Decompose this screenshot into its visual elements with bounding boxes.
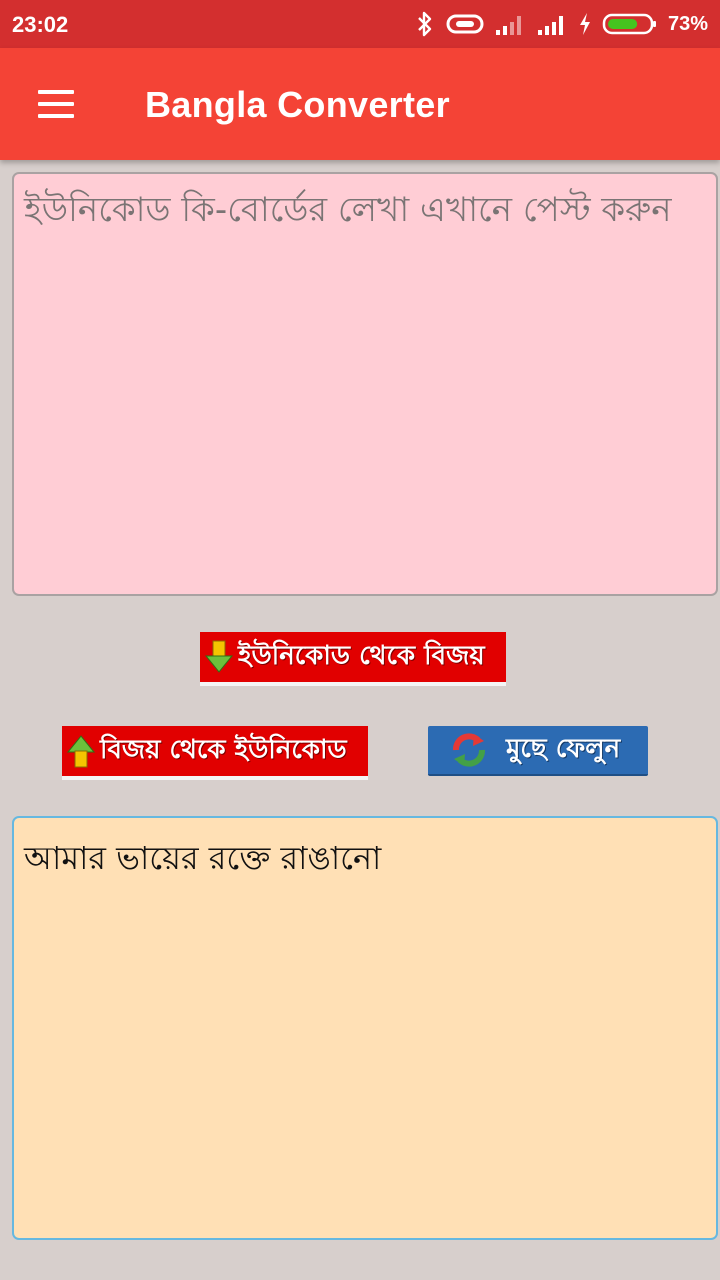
arrow-up-icon (66, 735, 96, 768)
app-title: Bangla Converter (145, 84, 450, 125)
status-time: 23:02 (12, 12, 69, 37)
refresh-icon (453, 733, 485, 767)
unicode-to-bijoy-button[interactable]: ইউনিকোড থেকে বিজয় (200, 632, 506, 686)
unicode-to-bijoy-label: ইউনিকোড থেকে বিজয় (238, 641, 485, 671)
bluetooth-icon (418, 11, 432, 37)
bijoy-to-unicode-button[interactable]: বিজয় থেকে ইউনিকোড (62, 726, 368, 780)
hamburger-menu-icon[interactable] (28, 76, 84, 132)
app-bar: Bangla Converter (0, 48, 720, 160)
battery-icon (602, 13, 656, 35)
status-icons: 73% (414, 9, 708, 39)
output-text: আমার ভায়ের রক্তে রাঙানো (24, 839, 382, 877)
signal-icon (495, 16, 521, 35)
clear-label: মুছে ফেলুন (506, 734, 621, 764)
input-placeholder: ইউনিকোড কি-বোর্ডের লেখা এখানে পেস্ট করুন (24, 190, 672, 230)
bijoy-output-field[interactable]: আমার ভায়ের রক্তে রাঙানো (12, 816, 718, 1240)
battery-percent: 73% (667, 12, 708, 35)
arrow-down-icon (204, 640, 234, 673)
link-icon (446, 14, 484, 34)
clear-button[interactable]: মুছে ফেলুন (428, 726, 648, 776)
bijoy-to-unicode-label: বিজয় থেকে ইউনিকোড (100, 735, 347, 765)
unicode-input-field[interactable]: ইউনিকোড কি-বোর্ডের লেখা এখানে পেস্ট করুন (12, 172, 718, 596)
status-bar: 23:02 73% (0, 0, 720, 48)
charging-icon (579, 13, 590, 35)
signal-icon (537, 16, 563, 35)
